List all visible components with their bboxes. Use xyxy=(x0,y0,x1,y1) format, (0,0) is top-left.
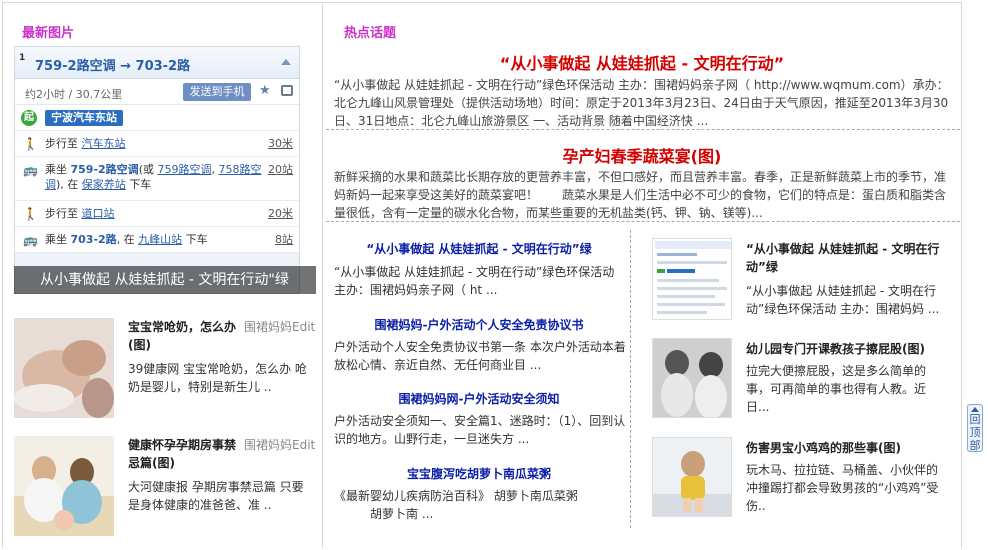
route-number: 1 xyxy=(19,53,26,63)
headline-1[interactable]: “从小事做起 从娃娃抓起 - 文明在行动” xyxy=(334,50,950,74)
step-distance: 20站 xyxy=(268,163,293,176)
route-title: 759-2路空调 → 703-2路 xyxy=(35,59,191,74)
step-distance: 8站 xyxy=(275,233,293,246)
step-text: 下车 xyxy=(182,233,208,246)
step-link: 汽车东站 xyxy=(81,137,126,150)
step-text: ), 在 xyxy=(56,178,82,191)
send-to-phone-button: 发送到手机 xyxy=(183,83,251,101)
step-link: 保家养站 xyxy=(81,178,126,191)
start-stop: 起 宁波汽车东站 xyxy=(15,105,299,131)
step-text: 步行至 xyxy=(45,207,82,220)
list-item-title[interactable]: 围裙妈妈网-户外活动安全须知 xyxy=(334,390,624,407)
step-text: (或 xyxy=(138,163,158,176)
column-divider xyxy=(322,2,323,548)
list-item-title[interactable]: 宝宝常呛奶，怎么办(图) xyxy=(128,318,238,354)
step-link: 道口站 xyxy=(81,207,115,220)
start-stop-name: 宁波汽车东站 xyxy=(45,110,123,126)
list-item-desc: 玩木马、拉拉链、马桶盖、小伙伴的冲撞踢打都会导致男孩的“小鸡鸡”受伤.. xyxy=(746,463,939,513)
list-item-desc: 《最新婴幼儿疾病防治百科》 胡萝卜南瓜菜粥 胡萝卜南 ... xyxy=(334,489,578,521)
step-distance: 30米 xyxy=(268,137,293,150)
bus-icon: 🚌 xyxy=(23,163,38,177)
slide-caption[interactable]: 从小事做起 从娃娃抓起 - 文明在行动"绿 xyxy=(14,266,316,294)
family-photo-thumbnail[interactable] xyxy=(14,436,114,536)
headline-2[interactable]: 孕产妇春季蔬菜宴(图) xyxy=(334,143,950,167)
list-item: 健康怀孕孕期房事禁忌篇(图) 围裙妈妈Edit 大河健康报 孕期房事禁忌篇 只要… xyxy=(14,436,316,536)
list-item-title[interactable]: “从小事做起 从娃娃抓起 - 文明在行动”绿 xyxy=(334,240,624,257)
headline-1-summary: “从小事做起 从娃娃抓起 - 文明在行动”绿色环保活动 主办：围裙妈妈亲子网（ … xyxy=(334,78,949,128)
step-bus: 759-2路空调 xyxy=(70,163,139,176)
list-item-title[interactable]: 围裙妈妈-户外活动个人安全免责协议书 xyxy=(334,316,624,333)
hot-topics-title: 热点话题 xyxy=(344,26,397,41)
printer-icon xyxy=(281,85,293,96)
baby-photo-thumbnail[interactable] xyxy=(14,318,114,418)
star-icon: ★ xyxy=(259,83,271,98)
latest-images-title: 最新图片 xyxy=(22,26,75,41)
list-item-desc: 拉完大便擦屁股，这是多么简单的事，可再简单的事也得有人教。近日... xyxy=(746,364,927,414)
step-link: 九峰山站 xyxy=(138,233,183,246)
arrow-up-icon xyxy=(971,407,979,412)
walk-icon: 🚶 xyxy=(23,207,38,221)
list-item-author: 围裙妈妈Edit xyxy=(244,438,316,452)
step-text: 下车 xyxy=(125,178,152,191)
list-item-desc: 39健康网 宝宝常呛奶，怎么办 呛奶是婴儿，特别是新生儿 .. xyxy=(128,362,307,394)
step-text: , 在 xyxy=(116,233,139,246)
back-to-top-button[interactable]: 回顶部 xyxy=(967,404,983,452)
step-link: 759路空调 xyxy=(157,163,212,176)
step-text: 乘坐 xyxy=(45,163,71,176)
list-item-desc: 户外活动个人安全免责协议书第一条 本次户外活动本着放松心情、亲近自然、无任何商业… xyxy=(334,340,626,372)
list-item-desc: “从小事做起 从娃娃抓起 - 文明在行动”绿色环保活动 主办：围裙妈妈亲子网（ … xyxy=(334,265,615,297)
list-item-desc: “从小事做起 从娃娃抓起 - 文明在行动”绿色环保活动 主办：围裙妈妈 ... xyxy=(746,284,940,316)
route-time: 约2小时 / 30.7公里 xyxy=(25,88,123,101)
toddler-photo-thumbnail[interactable] xyxy=(652,437,732,517)
route-step: 🚌 乘坐 759-2路空调(或 759路空调, 758路空调), 在 保家养站 … xyxy=(15,157,299,201)
divider xyxy=(326,129,960,130)
walk-icon: 🚶 xyxy=(23,137,38,151)
start-badge: 起 xyxy=(21,110,37,126)
list-item-desc: 户外活动安全须知一、安全篇1、迷路时：（1）、回到认识的地方。山野行走，一旦迷失… xyxy=(334,414,626,446)
step-distance: 20米 xyxy=(268,207,293,220)
step-bus: 703-2路 xyxy=(70,233,117,246)
headline-2-summary: 新鲜采摘的水果和蔬菜比长期存放的更营养丰富，不但口感好，而且营养丰富。春季，正是… xyxy=(334,170,947,220)
route-step: 🚶 步行至 汽车东站 30米 xyxy=(15,131,299,157)
route-header: 1 759-2路空调 → 703-2路 xyxy=(15,47,299,79)
step-text: 乘坐 xyxy=(45,233,71,246)
list-item-title[interactable]: “从小事做起 从娃娃抓起 - 文明在行动”绿 xyxy=(746,240,946,276)
list-item-title[interactable]: 宝宝腹泻吃胡萝卜南瓜菜粥 xyxy=(334,465,624,482)
divider xyxy=(326,221,960,222)
list-item-title[interactable]: 伤害男宝小鸡鸡的那些事(图) xyxy=(746,439,946,457)
list-item-author: 围裙妈妈Edit xyxy=(244,320,316,334)
column-divider-dashed xyxy=(630,230,631,528)
list-item-desc: 大河健康报 孕期房事禁忌篇 只要是身体健康的准爸爸、准 .. xyxy=(128,480,304,512)
bus-icon: 🚌 xyxy=(23,233,38,247)
back-to-top-label: 回顶部 xyxy=(969,413,981,452)
kids-photo-thumbnail[interactable] xyxy=(652,338,732,418)
route-step: 🚌 乘坐 703-2路, 在 九峰山站 下车 8站 xyxy=(15,227,299,253)
route-info: 约2小时 / 30.7公里 发送到手机 ★ xyxy=(15,79,299,105)
featured-slide-image[interactable]: 1 759-2路空调 → 703-2路 约2小时 / 30.7公里 发送到手机 … xyxy=(14,46,300,294)
list-item-title[interactable]: 健康怀孕孕期房事禁忌篇(图) xyxy=(128,436,238,472)
list-item-title[interactable]: 幼儿园专门开课教孩子擦屁股(图) xyxy=(746,340,946,358)
collapse-arrow-icon xyxy=(281,59,291,65)
route-step: 🚶 步行至 道口站 20米 xyxy=(15,201,299,227)
screenshot-thumbnail[interactable] xyxy=(652,238,732,320)
list-item: 宝宝常呛奶，怎么办(图) 围裙妈妈Edit 39健康网 宝宝常呛奶，怎么办 呛奶… xyxy=(14,318,316,418)
step-text: 步行至 xyxy=(45,137,82,150)
